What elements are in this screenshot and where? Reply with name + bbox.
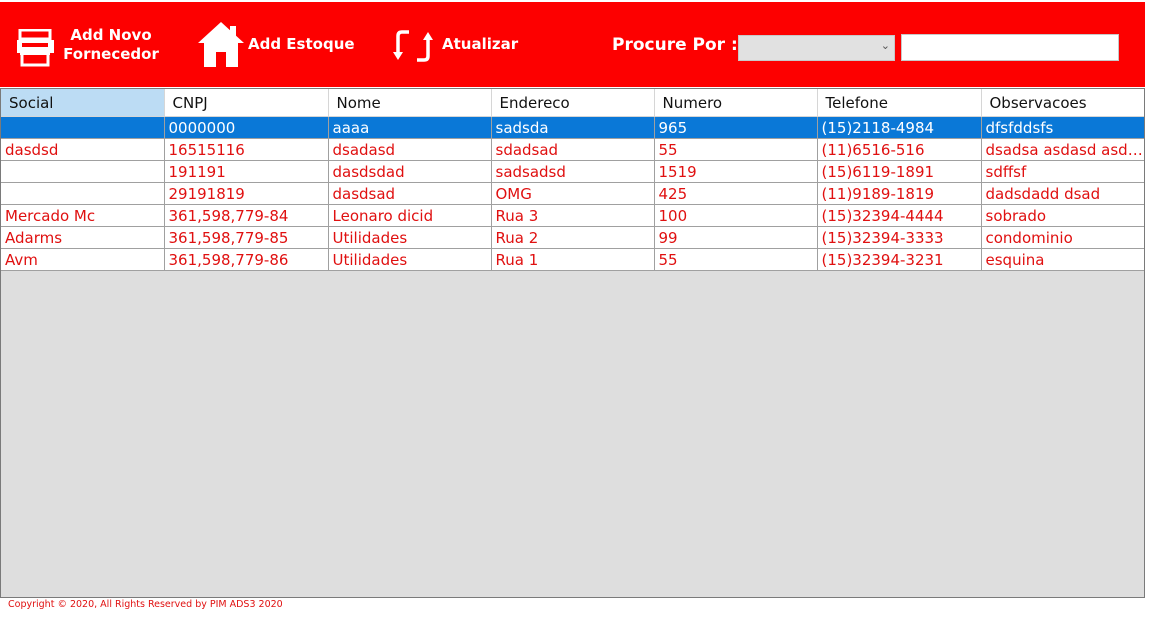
column-header-observacoes[interactable]: Observacoes [981, 89, 1144, 117]
cell-observacoes[interactable]: dsadsa asdasd asdasdasd [981, 138, 1144, 161]
column-header-endereco[interactable]: Endereco [491, 89, 655, 117]
cell-endereco[interactable]: Rua 1 [491, 248, 655, 271]
cell-numero[interactable]: 55 [654, 138, 818, 161]
table-row[interactable]: Mercado Mc 361,598,779-84 Leonaro dicid … [1, 204, 1144, 227]
refresh-icon [393, 24, 435, 72]
cell-cnpj[interactable]: 191191 [164, 160, 329, 183]
cell-numero[interactable]: 100 [654, 204, 818, 227]
cell-telefone[interactable]: (15)2118-4984 [817, 116, 982, 139]
add-estoque-button[interactable]: Add Estoque [196, 20, 356, 72]
add-fornecedor-label-line2: Fornecedor [63, 45, 159, 63]
search-input[interactable] [901, 34, 1119, 61]
column-header-nome[interactable]: Nome [328, 89, 492, 117]
table-row[interactable]: 29191819 dasdsad OMG 425 (11)9189-1819 d… [1, 182, 1144, 205]
cell-nome[interactable]: Utilidades [328, 248, 492, 271]
procure-por-label: Procure Por : [612, 35, 738, 55]
add-fornecedor-label-line1: Add Novo [70, 26, 152, 44]
cell-observacoes[interactable]: dfsfddsfs [981, 116, 1144, 139]
cell-nome[interactable]: dasdsad [328, 182, 492, 205]
cell-telefone[interactable]: (15)32394-3333 [817, 226, 982, 249]
cell-observacoes[interactable]: sobrado [981, 204, 1144, 227]
cell-cnpj[interactable]: 361,598,779-85 [164, 226, 329, 249]
cell-nome[interactable]: Utilidades [328, 226, 492, 249]
cell-endereco[interactable]: OMG [491, 182, 655, 205]
fornecedores-table: Social CNPJ Nome Endereco Numero Telefon… [1, 89, 1144, 271]
procure-por-select[interactable]: ⌄ [738, 35, 895, 61]
column-header-telefone[interactable]: Telefone [817, 89, 982, 117]
cell-observacoes[interactable]: condominio [981, 226, 1144, 249]
cell-social[interactable]: dasdsd [1, 138, 165, 161]
cell-social[interactable] [1, 160, 165, 183]
cell-cnpj[interactable]: 361,598,779-84 [164, 204, 329, 227]
cell-telefone[interactable]: (11)9189-1819 [817, 182, 982, 205]
cell-numero[interactable]: 1519 [654, 160, 818, 183]
cell-observacoes[interactable]: dadsdadd dsad [981, 182, 1144, 205]
cell-numero[interactable]: 965 [654, 116, 818, 139]
cell-nome[interactable]: dsadasd [328, 138, 492, 161]
add-estoque-label: Add Estoque [248, 35, 355, 53]
cell-numero[interactable]: 99 [654, 226, 818, 249]
cell-numero[interactable]: 55 [654, 248, 818, 271]
cell-endereco[interactable]: sdadsad [491, 138, 655, 161]
printer-icon [16, 28, 56, 71]
cell-endereco[interactable]: sadsda [491, 116, 655, 139]
cell-telefone[interactable]: (15)6119-1891 [817, 160, 982, 183]
add-fornecedor-label: Add Novo Fornecedor [63, 26, 159, 64]
cell-endereco[interactable]: Rua 2 [491, 226, 655, 249]
cell-social[interactable] [1, 182, 165, 205]
table-row[interactable]: Avm 361,598,779-86 Utilidades Rua 1 55 (… [1, 248, 1144, 271]
cell-nome[interactable]: aaaa [328, 116, 492, 139]
column-header-cnpj[interactable]: CNPJ [164, 89, 329, 117]
cell-telefone[interactable]: (15)32394-4444 [817, 204, 982, 227]
cell-numero[interactable]: 425 [654, 182, 818, 205]
fornecedores-grid[interactable]: Social CNPJ Nome Endereco Numero Telefon… [0, 88, 1145, 598]
cell-social[interactable]: Avm [1, 248, 165, 271]
add-fornecedor-button[interactable]: Add Novo Fornecedor [14, 24, 164, 70]
cell-nome[interactable]: Leonaro dicid [328, 204, 492, 227]
table-row[interactable]: Adarms 361,598,779-85 Utilidades Rua 2 9… [1, 226, 1144, 249]
cell-endereco[interactable]: sadsadsd [491, 160, 655, 183]
cell-observacoes[interactable]: esquina [981, 248, 1144, 271]
toolbar: Add Novo Fornecedor Add Estoque Atualiza… [0, 2, 1145, 87]
table-row[interactable]: 191191 dasdsdad sadsadsd 1519 (15)6119-1… [1, 160, 1144, 183]
cell-social[interactable]: Adarms [1, 226, 165, 249]
table-header-row: Social CNPJ Nome Endereco Numero Telefon… [1, 89, 1144, 117]
cell-cnpj[interactable]: 361,598,779-86 [164, 248, 329, 271]
cell-telefone[interactable]: (11)6516-516 [817, 138, 982, 161]
table-row[interactable]: 0000000 aaaa sadsda 965 (15)2118-4984 df… [1, 116, 1144, 139]
table-row[interactable]: dasdsd 16515116 dsadasd sdadsad 55 (11)6… [1, 138, 1144, 161]
home-icon [196, 20, 246, 74]
cell-telefone[interactable]: (15)32394-3231 [817, 248, 982, 271]
chevron-down-icon: ⌄ [880, 39, 890, 52]
cell-observacoes[interactable]: sdffsf [981, 160, 1144, 183]
cell-endereco[interactable]: Rua 3 [491, 204, 655, 227]
cell-cnpj[interactable]: 0000000 [164, 116, 329, 139]
cell-social[interactable] [1, 116, 165, 139]
atualizar-label: Atualizar [442, 35, 519, 53]
cell-cnpj[interactable]: 16515116 [164, 138, 329, 161]
cell-cnpj[interactable]: 29191819 [164, 182, 329, 205]
column-header-social[interactable]: Social [1, 89, 165, 117]
atualizar-button[interactable]: Atualizar [393, 24, 523, 70]
column-header-numero[interactable]: Numero [654, 89, 818, 117]
cell-nome[interactable]: dasdsdad [328, 160, 492, 183]
copyright-text: Copyright © 2020, All Rights Reserved by… [8, 599, 283, 610]
cell-social[interactable]: Mercado Mc [1, 204, 165, 227]
